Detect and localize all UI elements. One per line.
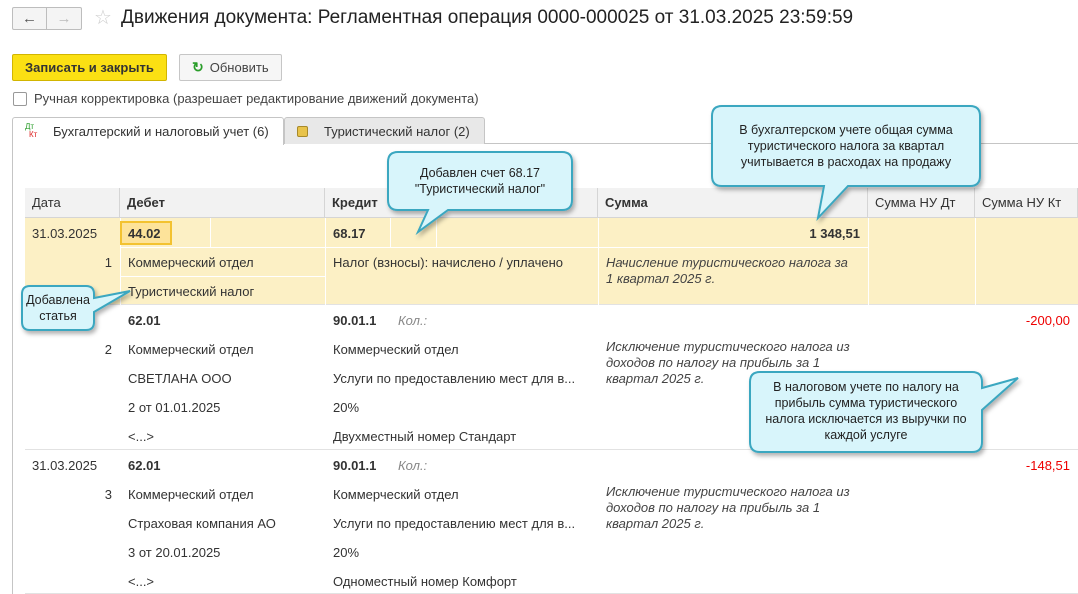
callouts-layer <box>21 105 1019 453</box>
callout-accounting-expense: В бухгалтерском учете общая сумма туристи… <box>739 123 953 169</box>
callout-tax-exclusion: В налоговом учете по налогу на прибыль су… <box>765 380 967 442</box>
callout-item-added: Добавлена статья <box>26 293 90 323</box>
callout-account-added: Добавлен счет 68.17 "Туристический налог" <box>414 166 546 196</box>
